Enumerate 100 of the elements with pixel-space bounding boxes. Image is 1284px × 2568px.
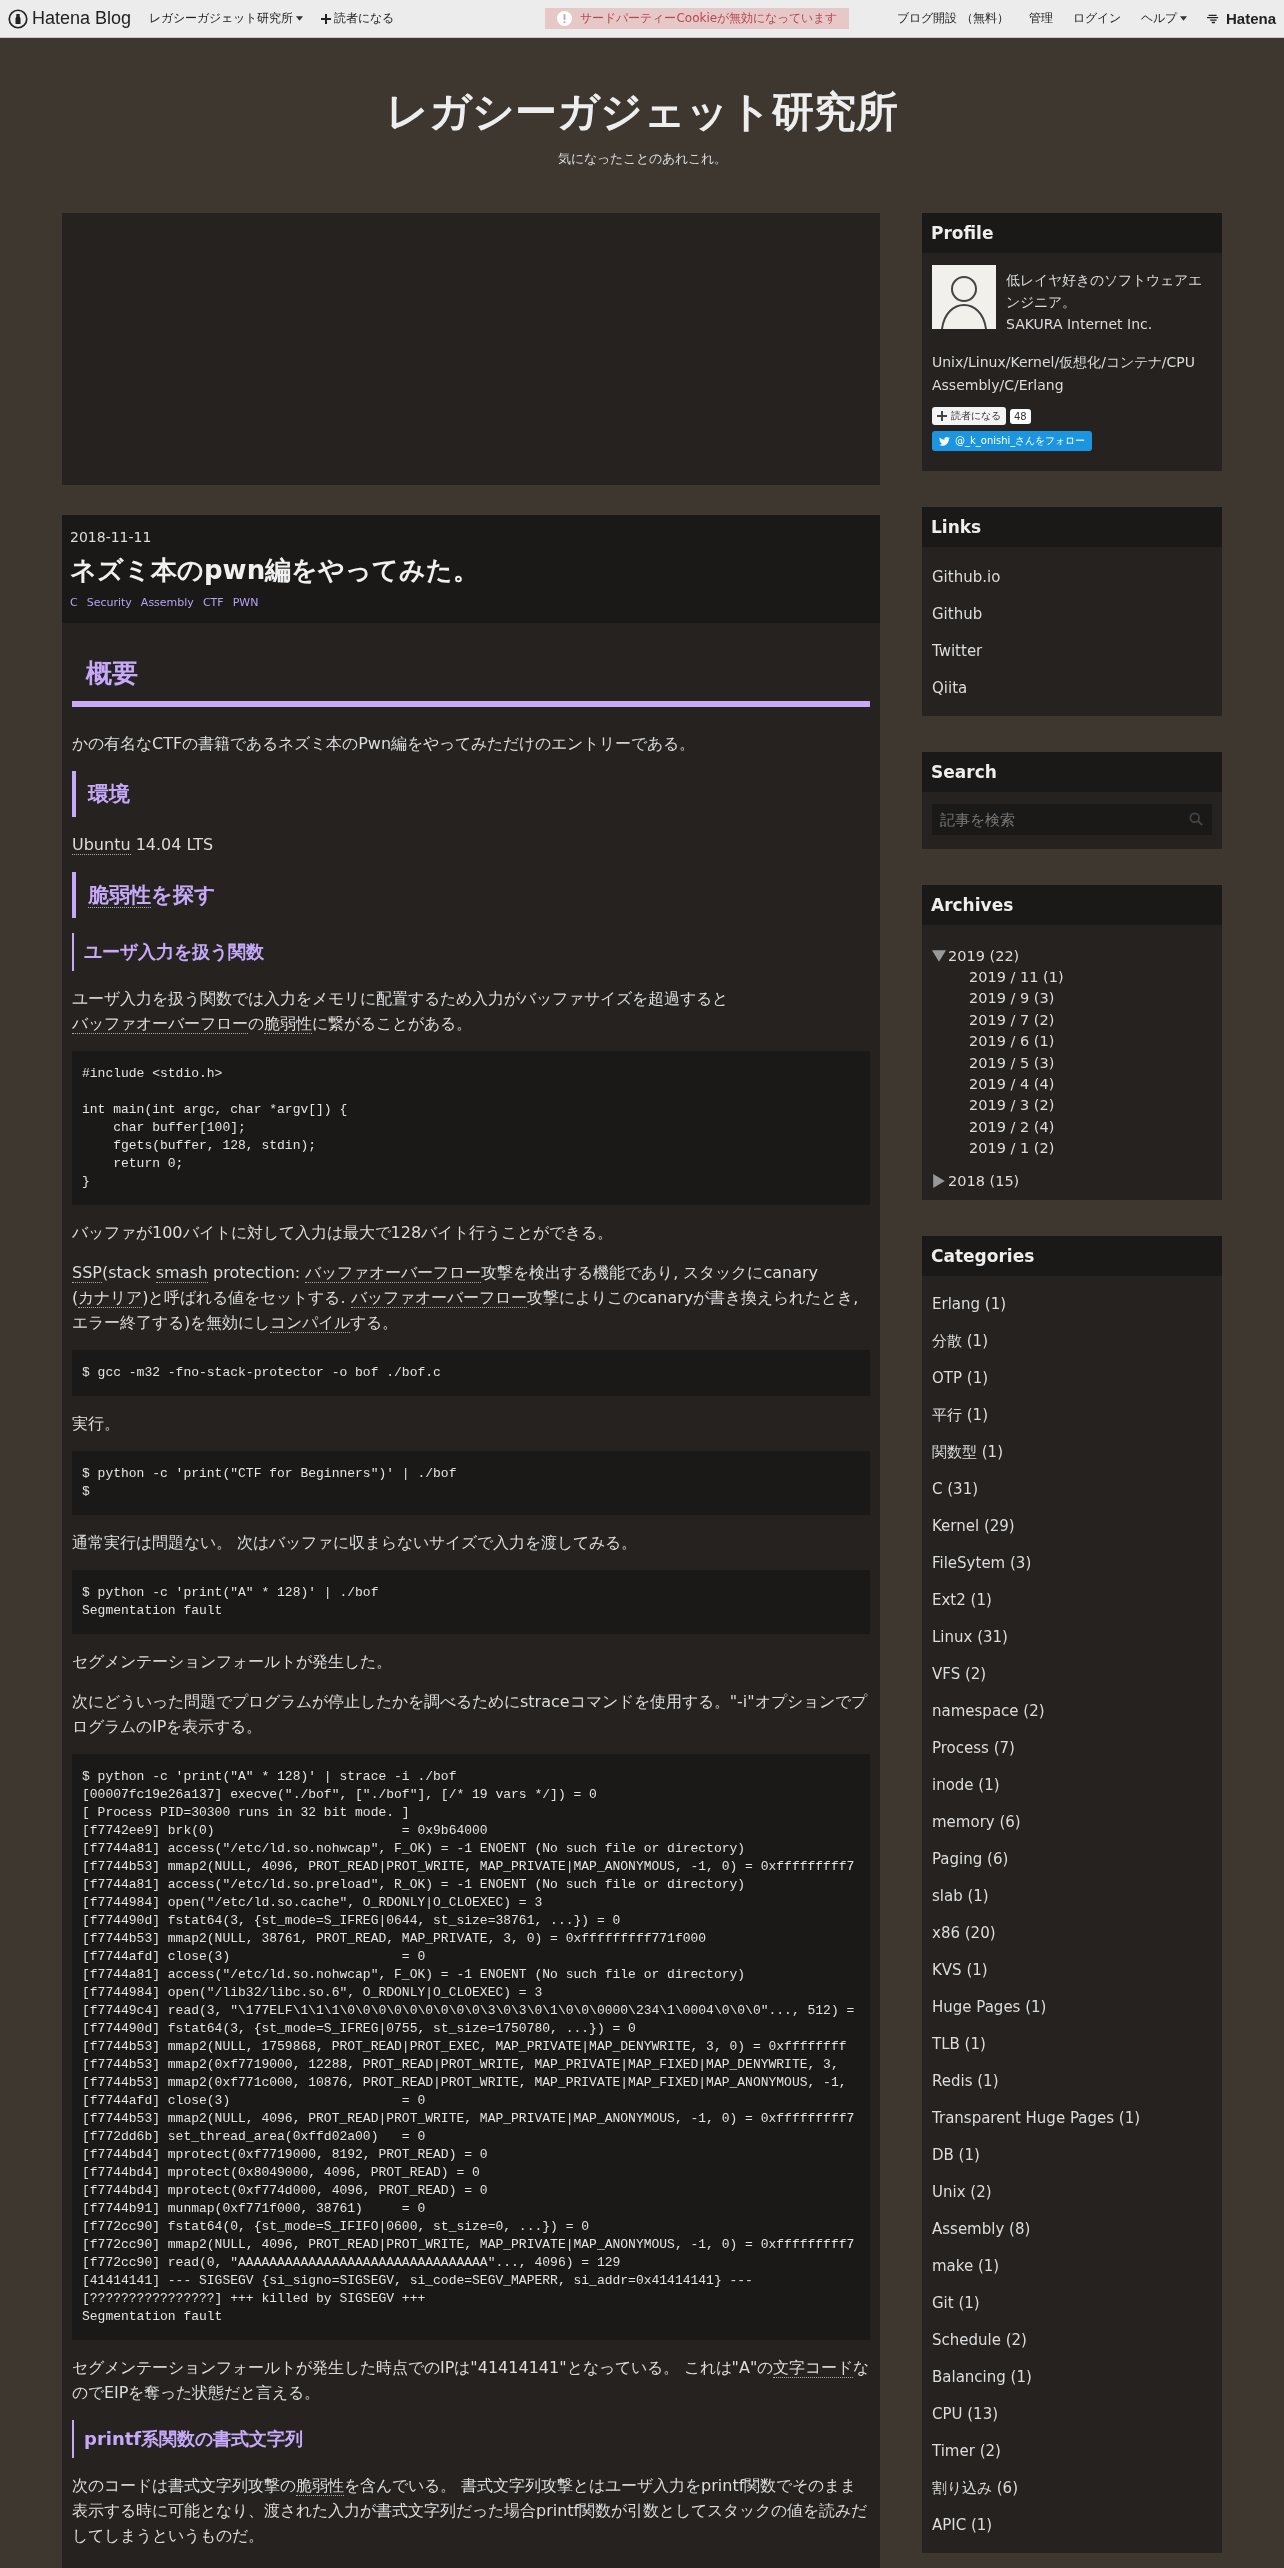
search-field[interactable]: 記事を検索 xyxy=(932,804,1212,835)
sidebar-link[interactable]: Qiita xyxy=(932,678,968,698)
top-bar-link[interactable]: ログイン xyxy=(1072,10,1121,27)
paragraph: ユーザ入力を扱う関数では入力をメモリに配置するため入力がバッファサイズを超過すると バッファオーバーフローの脆弱性に繋がることがある。 xyxy=(72,988,729,1036)
category-link[interactable]: Timer (2) xyxy=(932,2440,1001,2461)
paragraph: SSP(stack smash protection: バッファオーバーフロー攻撃を検出する機能であり, スタックにcanary (カナリア)と呼ばれる値をセットする. バッファオーバーフロー攻撃によりこのcanaryが書き換えられたとき, エラー終了する)を無効にし コンパイルする。 xyxy=(72,1262,860,1335)
keyword-link[interactable]: 脆弱性 xyxy=(88,883,151,908)
category-tag[interactable]: CTF xyxy=(202,596,224,609)
sidebar-link[interactable]: Github.io xyxy=(932,567,1001,587)
category-link[interactable]: Transparent Huge Pages (1) xyxy=(932,2107,1141,2128)
blog-menu[interactable]: レガシーガジェット研究所 xyxy=(149,10,304,27)
keyword-link[interactable]: smash xyxy=(155,1263,208,1283)
category-tag[interactable]: PWN xyxy=(232,596,259,609)
expand-triangle-icon[interactable] xyxy=(932,1173,946,1188)
keyword-link[interactable]: カナリア xyxy=(78,1288,143,1308)
category-link[interactable]: Git (1) xyxy=(932,2292,980,2313)
blog-description: 気になったことのあれこれ。 xyxy=(556,150,728,168)
archive-month-link[interactable]: 2019 / 7 (2) xyxy=(969,1009,1055,1032)
keyword-link[interactable]: コンパイル xyxy=(270,1313,351,1333)
category-link[interactable]: Huge Pages (1) xyxy=(932,1996,1047,2017)
plus-icon xyxy=(321,13,332,24)
category-link[interactable]: VFS (2) xyxy=(932,1663,987,1684)
category-link[interactable]: make (1) xyxy=(932,2255,1000,2276)
help-menu[interactable]: ヘルプ xyxy=(1140,10,1187,27)
keyword-link[interactable]: バッファオーバーフロー xyxy=(305,1263,482,1283)
plus-icon xyxy=(937,411,947,421)
keyword-link[interactable]: Ubuntu xyxy=(72,835,131,855)
category-link[interactable]: Paging (6) xyxy=(932,1848,1009,1869)
archive-month-link[interactable]: 2019 / 9 (3) xyxy=(969,988,1055,1010)
top-bar-link[interactable]: ブログ開設 （無料） xyxy=(897,10,1009,27)
code-block: $ python -c 'print("A" * 128)' | ./bof Segmentation fault xyxy=(72,1570,870,1634)
archive-year-link[interactable]: 2018 (15) xyxy=(948,1169,1020,1192)
keyword-link[interactable]: 文字コード xyxy=(773,2358,854,2378)
category-link[interactable]: Unix (2) xyxy=(932,2181,992,2202)
keyword-link[interactable]: バッファオーバーフロー xyxy=(72,1014,248,1034)
module-title: Archives xyxy=(922,885,1222,925)
hatena-logo[interactable]: Hatena xyxy=(1206,10,1276,27)
avatar-icon[interactable] xyxy=(932,265,996,329)
category-link[interactable]: 分散 (1) xyxy=(932,1330,988,1351)
keyword-link[interactable]: SSP xyxy=(72,1263,102,1283)
category-link[interactable]: KVS (1) xyxy=(932,1959,988,1980)
top-bar-link[interactable]: 管理 xyxy=(1028,10,1053,27)
category-link[interactable]: Redis (1) xyxy=(932,2070,999,2091)
category-link[interactable]: namespace (2) xyxy=(932,1700,1045,1721)
archive-month-link[interactable]: 2019 / 6 (1) xyxy=(969,1031,1055,1053)
category-link[interactable]: inode (1) xyxy=(932,1774,1000,1795)
category-link[interactable]: DB (1) xyxy=(932,2144,980,2165)
category-link[interactable]: Assembly (8) xyxy=(932,2218,1031,2239)
article-title[interactable]: ネズミ本のpwn編をやってみた。 xyxy=(70,553,872,588)
subscribe-button[interactable]: 読者になる xyxy=(932,407,1006,425)
article-date[interactable]: 2018-11-11 xyxy=(70,529,872,545)
category-link[interactable]: OTP (1) xyxy=(932,1367,989,1388)
category-link[interactable]: Kernel (29) xyxy=(932,1515,1015,1536)
category-tag[interactable]: Assembly xyxy=(140,596,194,609)
profile-text: 低レイヤ好きのソフトウェアエンジニア。 xyxy=(1006,271,1203,312)
category-link[interactable]: 平行 (1) xyxy=(932,1404,988,1425)
category-link[interactable]: Schedule (2) xyxy=(932,2329,1027,2350)
category-link[interactable]: Process (7) xyxy=(932,1737,1015,1758)
archive-month-link[interactable]: 2019 / 11 (1) xyxy=(969,967,1064,989)
category-link[interactable]: slab (1) xyxy=(932,1885,989,1906)
archive-month-link[interactable]: 2019 / 4 (4) xyxy=(969,1074,1055,1096)
category-link[interactable]: APIC (1) xyxy=(932,2514,993,2535)
category-link[interactable]: Erlang (1) xyxy=(932,1293,1007,1314)
keyword-link[interactable]: 脆弱性 xyxy=(296,2476,344,2496)
category-tag[interactable]: C xyxy=(70,596,78,609)
paragraph: 実行。 xyxy=(72,1413,121,1435)
archive-year-link[interactable]: 2019 (22) xyxy=(948,945,1020,967)
section-heading: 環境 xyxy=(72,771,870,817)
logo-icon xyxy=(8,8,28,29)
code-block: #include <stdio.h> int main(int argc, char *argv[]) { char buffer[100]; fgets(buffer, 128, stdin); return 0; } xyxy=(72,1051,870,1205)
category-link[interactable]: 割り込み (6) xyxy=(932,2477,1018,2498)
archive-month-link[interactable]: 2019 / 5 (3) xyxy=(969,1052,1055,1075)
category-link[interactable]: 関数型 (1) xyxy=(932,1441,1003,1462)
keyword-link[interactable]: バッファオーバーフロー xyxy=(350,1288,527,1308)
category-link[interactable]: CPU (13) xyxy=(932,2403,999,2424)
category-link[interactable]: Balancing (1) xyxy=(932,2366,1032,2387)
category-link[interactable]: TLB (1) xyxy=(932,2033,986,2054)
archive-month-link[interactable]: 2019 / 1 (2) xyxy=(969,1138,1055,1160)
category-link[interactable]: x86 (20) xyxy=(932,1922,996,1943)
collapse-triangle-icon[interactable] xyxy=(932,949,946,963)
profile-text: Assembly/C/Erlang xyxy=(932,376,1065,395)
category-link[interactable]: FileSytem (3) xyxy=(932,1552,1032,1573)
archive-month-link[interactable]: 2019 / 2 (4) xyxy=(969,1116,1055,1139)
category-tag[interactable]: Security xyxy=(86,596,132,609)
cookie-notice-text: サードパーティーCookieが無効になっています xyxy=(580,10,838,27)
blog-title[interactable]: レガシーガジェット研究所 xyxy=(386,84,898,140)
archive-month-link[interactable]: 2019 / 3 (2) xyxy=(969,1095,1055,1117)
sidebar-link[interactable]: Github xyxy=(932,604,983,624)
module-title: Profile xyxy=(922,213,1222,253)
category-link[interactable]: C (31) xyxy=(932,1478,979,1499)
category-link[interactable]: Linux (31) xyxy=(932,1626,1008,1647)
sidebar-link[interactable]: Twitter xyxy=(932,641,983,661)
subscribe-link[interactable]: 読者になる xyxy=(321,10,395,27)
category-link[interactable]: memory (6) xyxy=(932,1811,1021,1832)
hatena-blog-logo[interactable]: Hatena Blog xyxy=(8,8,132,29)
paragraph: Ubuntu 14.04 LTS xyxy=(72,834,215,857)
category-link[interactable]: Ext2 (1) xyxy=(932,1589,992,1610)
module-title: Search xyxy=(922,752,1222,792)
section-heading: printf系関数の書式文字列 xyxy=(72,2420,870,2458)
keyword-link[interactable]: 脆弱性 xyxy=(264,1014,312,1034)
